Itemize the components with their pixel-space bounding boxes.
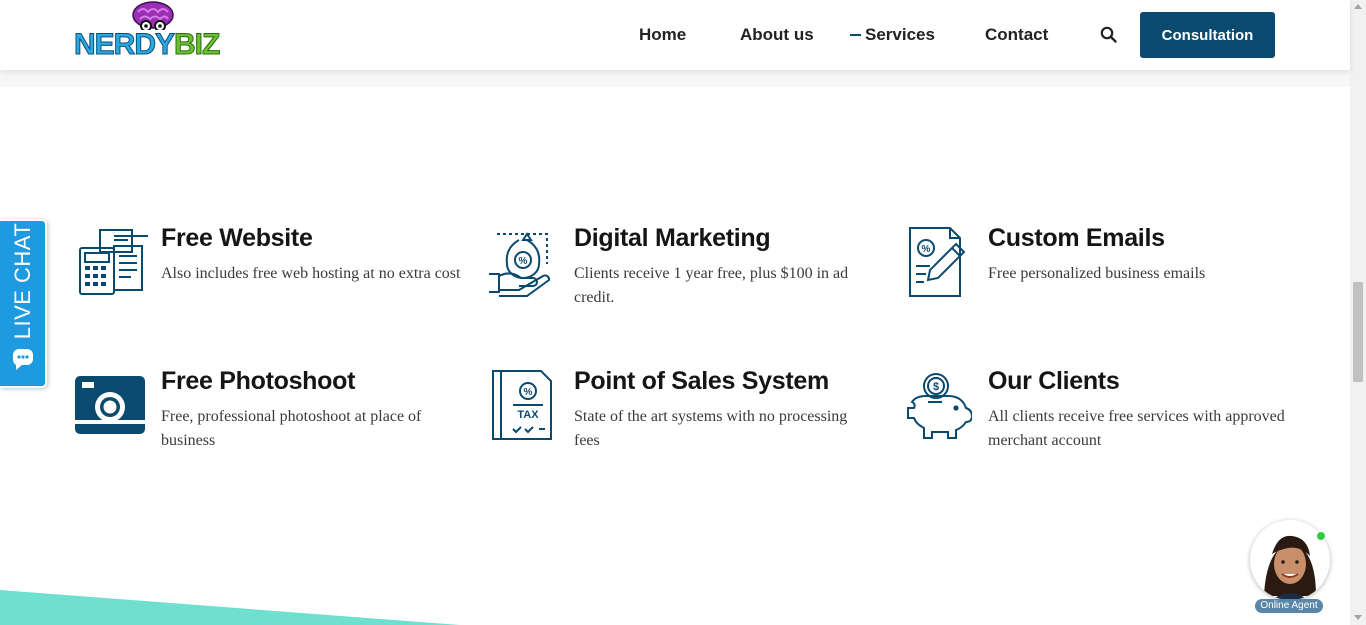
svg-text:%: %	[519, 256, 528, 267]
logo-wordmark: NERDYBIZ	[73, 28, 220, 62]
chat-bubble-icon	[13, 349, 33, 370]
document-pen-icon: %	[909, 227, 966, 297]
svg-text:%: %	[922, 244, 931, 255]
money-bag-hand-icon: %	[489, 232, 551, 297]
feature-title: Point of Sales System	[574, 367, 829, 395]
svg-text:TAX: TAX	[517, 409, 539, 421]
nav-services[interactable]: Services	[865, 24, 935, 46]
feature-title: Custom Emails	[988, 224, 1165, 252]
scroll-up-arrow-icon[interactable]	[1354, 4, 1362, 9]
search-icon[interactable]	[1099, 25, 1119, 45]
nav-contact[interactable]: Contact	[985, 24, 1048, 46]
live-chat-tab[interactable]: LIVE CHAT	[0, 219, 47, 388]
svg-text:%: %	[524, 387, 533, 398]
online-status-dot	[1316, 531, 1326, 541]
live-chat-label: LIVE CHAT	[9, 222, 35, 340]
svg-text:$: $	[933, 381, 939, 393]
camera-icon	[75, 376, 145, 434]
piggy-bank-icon: $	[907, 373, 972, 439]
calculator-invoice-icon	[79, 229, 148, 295]
tax-document-icon: % TAX	[492, 370, 552, 440]
feature-description: State of the art systems with no process…	[574, 408, 848, 449]
feature-description: Free, professional photoshoot at place o…	[161, 408, 422, 449]
decorative-wave-shape	[0, 590, 460, 625]
feature-title: Digital Marketing	[574, 224, 771, 252]
scroll-down-arrow-icon[interactable]	[1354, 615, 1362, 620]
feature-description: Free personalized business emails	[988, 265, 1206, 282]
header-shadow-band	[0, 70, 1350, 87]
feature-title: Free Photoshoot	[161, 367, 356, 395]
feature-title: Our Clients	[988, 367, 1120, 395]
feature-description: Clients receive 1 year free, plus $100 i…	[574, 265, 849, 306]
site-header: NERDYBIZ Home About us Services Contact …	[0, 0, 1350, 70]
nerdybiz-logo[interactable]: NERDYBIZ	[73, 0, 221, 68]
feature-description: All clients receive free services with a…	[988, 408, 1285, 449]
active-nav-indicator	[850, 34, 861, 36]
feature-title: Free Website	[161, 224, 313, 252]
online-agent-label: Online Agent	[1255, 599, 1323, 613]
scrollbar-thumb[interactable]	[1353, 282, 1363, 382]
nav-home[interactable]: Home	[639, 24, 686, 46]
brain-mascot-icon	[132, 1, 174, 30]
consultation-button[interactable]: Consultation	[1140, 12, 1275, 58]
nav-about-us[interactable]: About us	[740, 24, 814, 46]
page-scrollbar[interactable]	[1350, 0, 1366, 625]
feature-description: Also includes free web hosting at no ext…	[161, 265, 461, 282]
